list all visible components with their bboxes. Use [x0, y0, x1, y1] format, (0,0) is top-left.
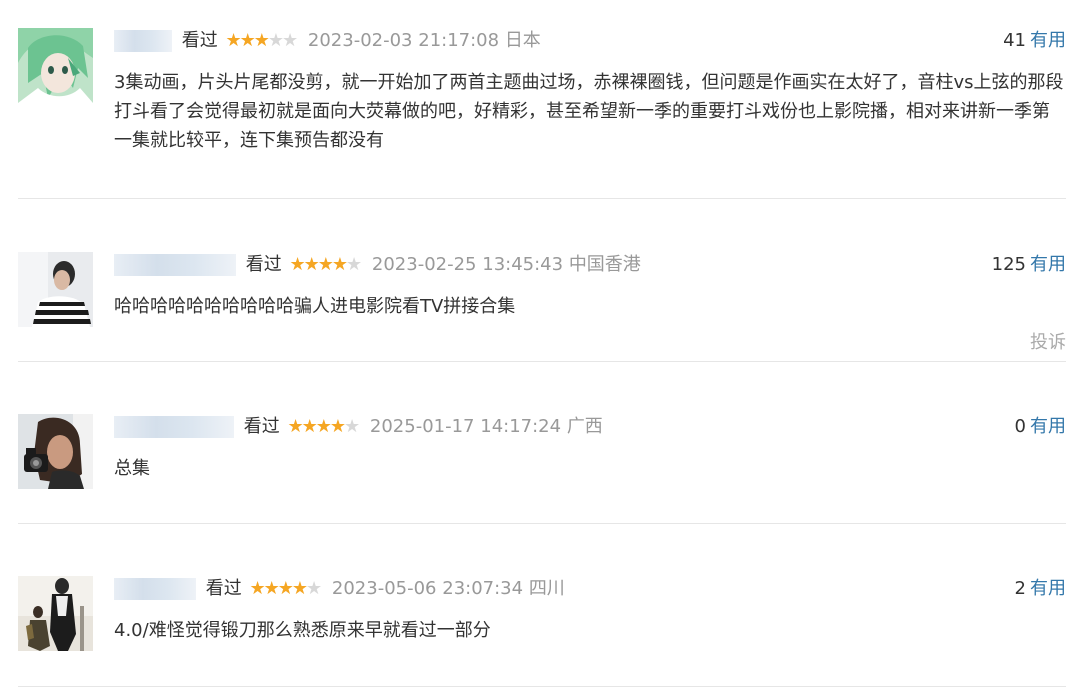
- divider: [18, 523, 1066, 524]
- useful-button[interactable]: 有用: [1030, 30, 1066, 51]
- useful-count: 2: [1014, 578, 1026, 599]
- useful-vote: 125 有用: [992, 252, 1066, 278]
- star-rating: ★★★★★: [225, 28, 298, 54]
- comment-text: 4.0/难怪觉得锻刀那么熟悉原来早就看过一部分: [114, 620, 491, 641]
- comment-location: 广西: [566, 416, 603, 437]
- star-filled-icon: ★: [289, 254, 305, 275]
- comment-meta: 看过 ★★★★★ 2023-02-25 13:45:43 中国香港: [114, 252, 1066, 278]
- username-blurred[interactable]: [114, 30, 172, 52]
- useful-vote: 41 有用: [1003, 28, 1066, 54]
- username-blurred[interactable]: [114, 578, 196, 600]
- star-filled-icon: ★: [301, 416, 318, 437]
- star-empty-icon: ★: [267, 30, 284, 51]
- star-rating: ★★★★★: [249, 576, 322, 602]
- useful-count: 125: [991, 254, 1026, 275]
- comment-time: 2023-02-03 21:17:08: [307, 30, 500, 51]
- star-filled-icon: ★: [331, 254, 348, 275]
- watched-status: 看过: [243, 416, 280, 437]
- comment-location: 中国香港: [568, 254, 641, 275]
- watched-status: 看过: [245, 254, 282, 275]
- comment-meta: 看过 ★★★★★ 2025-01-17 14:17:24 广西: [114, 414, 1066, 440]
- comment-location: 四川: [528, 578, 565, 599]
- user-avatar[interactable]: [18, 252, 93, 327]
- report-button[interactable]: 投诉: [1030, 328, 1066, 354]
- comment-meta: 看过 ★★★★★ 2023-02-03 21:17:08 日本: [114, 28, 1066, 54]
- useful-count: 41: [1003, 30, 1026, 51]
- star-empty-icon: ★: [306, 578, 322, 599]
- comment-meta: 看过 ★★★★★ 2023-05-06 23:07:34 四川: [114, 576, 1066, 602]
- useful-vote: 0 有用: [1015, 414, 1066, 440]
- comment-text: 哈哈哈哈哈哈哈哈哈哈骗人进电影院看TV拼接合集: [114, 296, 516, 317]
- star-filled-icon: ★: [303, 254, 320, 275]
- username-blurred[interactable]: [114, 254, 236, 276]
- comment-item: 看过 ★★★★★ 2023-02-03 21:17:08 日本 41 有用 3集动…: [18, 28, 1066, 188]
- star-filled-icon: ★: [317, 254, 334, 275]
- divider: [18, 686, 1066, 687]
- useful-count: 0: [1014, 416, 1026, 437]
- star-filled-icon: ★: [277, 578, 294, 599]
- comment-text: 3集动画，片头片尾都没剪，就一开始加了两首主题曲过场，赤裸裸圈钱，但问题是作画实…: [114, 72, 1064, 151]
- star-empty-icon: ★: [346, 254, 362, 275]
- star-empty-icon: ★: [282, 30, 298, 51]
- comment-item: 看过 ★★★★★ 2023-02-25 13:45:43 中国香港 125 有用 …: [18, 252, 1066, 357]
- user-avatar[interactable]: [18, 576, 93, 651]
- user-avatar[interactable]: [18, 414, 93, 489]
- star-filled-icon: ★: [225, 30, 241, 51]
- star-filled-icon: ★: [239, 30, 256, 51]
- comment-location: 日本: [504, 30, 541, 51]
- comment-time: 2023-02-25 13:45:43: [371, 254, 564, 275]
- star-filled-icon: ★: [263, 578, 280, 599]
- useful-button[interactable]: 有用: [1030, 254, 1066, 275]
- star-filled-icon: ★: [315, 416, 332, 437]
- star-empty-icon: ★: [344, 416, 360, 437]
- star-filled-icon: ★: [287, 416, 303, 437]
- watched-status: 看过: [205, 578, 242, 599]
- username-blurred[interactable]: [114, 416, 234, 438]
- star-filled-icon: ★: [249, 578, 265, 599]
- useful-button[interactable]: 有用: [1030, 578, 1066, 599]
- divider: [18, 361, 1066, 362]
- comment-time: 2023-05-06 23:07:34: [331, 578, 524, 599]
- star-filled-icon: ★: [253, 30, 270, 51]
- watched-status: 看过: [181, 30, 218, 51]
- useful-vote: 2 有用: [1015, 576, 1066, 602]
- user-avatar[interactable]: [18, 28, 93, 103]
- star-filled-icon: ★: [329, 416, 346, 437]
- useful-button[interactable]: 有用: [1030, 416, 1066, 437]
- divider: [18, 198, 1066, 199]
- star-rating: ★★★★★: [289, 252, 362, 278]
- comment-item: 看过 ★★★★★ 2023-05-06 23:07:34 四川 2 有用 4.0/…: [18, 576, 1066, 676]
- comment-item: 看过 ★★★★★ 2025-01-17 14:17:24 广西 0 有用 总集: [18, 414, 1066, 514]
- star-filled-icon: ★: [291, 578, 308, 599]
- star-rating: ★★★★★: [287, 414, 360, 440]
- comment-time: 2025-01-17 14:17:24: [369, 416, 562, 437]
- comment-text: 总集: [114, 458, 150, 479]
